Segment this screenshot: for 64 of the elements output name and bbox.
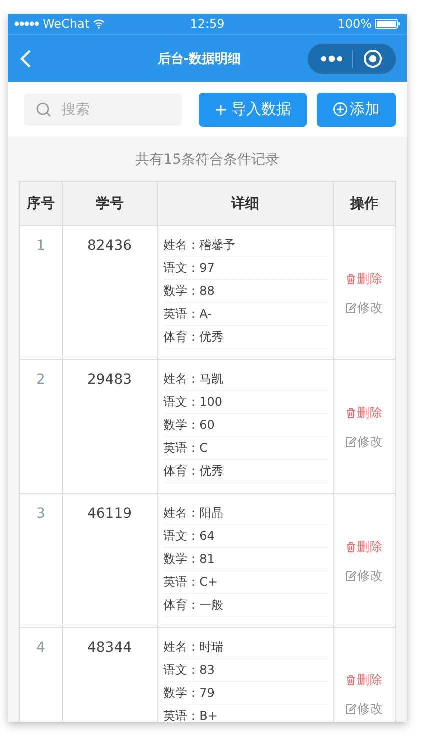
detail-line: 姓名：稽馨予 [164,234,328,257]
detail-line: 姓名：时瑞 [164,636,328,659]
edit-icon [346,704,357,715]
column-header: 学号 [62,182,158,225]
detail-line: 语文：100 [164,391,328,414]
battery-text: 100% [338,17,372,31]
edit-link[interactable]: 修改 [346,300,384,316]
add-circle-icon [333,102,348,117]
detail-line: 体育：优秀 [164,326,328,349]
detail-line: 姓名：阳晶 [164,502,328,525]
delete-link[interactable]: 删除 [346,538,384,556]
row-number: 2 [36,372,46,388]
import-button[interactable]: 导入数据 [199,92,307,126]
trash-icon [346,675,356,686]
column-header: 详细 [158,182,334,225]
detail-line: 数学：81 [164,548,328,571]
column-header: 操作 [334,182,396,225]
detail-line: 数学：88 [164,280,328,303]
trash-icon [346,542,356,552]
delete-link[interactable]: 删除 [346,404,384,422]
detail-line: 语文：83 [164,659,328,682]
signal-icon [14,21,40,27]
edit-icon [346,570,357,582]
detail-line: 体育：一般 [164,594,328,617]
search-icon [36,102,52,118]
detail-line: 英语：C+ [164,571,328,594]
plus-icon [214,104,226,116]
trash-icon [346,274,356,284]
edit-icon [346,302,357,314]
delete-link[interactable]: 删除 [346,270,384,288]
carrier-text: WeChat [43,17,90,31]
detail-line: 英语：A- [164,303,328,326]
search-field[interactable]: 搜索 [24,94,182,126]
student-id: 48344 [87,640,132,656]
edit-link[interactable]: 修改 [346,568,384,584]
detail-line: 体育：优秀 [164,460,328,483]
column-header: 序号 [20,182,63,225]
record-count-text: 共有15条符合条件记录 [134,151,280,170]
more-icon[interactable] [320,54,343,62]
detail-line: 数学：60 [164,414,328,437]
back-icon[interactable] [20,48,32,68]
detail-line: 语文：64 [164,525,328,548]
wifi-icon [92,19,105,29]
student-id: 82436 [87,238,132,254]
detail-line: 语文：97 [164,257,328,280]
row-number: 4 [36,640,46,656]
page-title: 后台-数据明细 [156,50,242,68]
search-input[interactable]: 搜索 [60,100,164,118]
edit-icon [346,436,357,448]
detail-line: 数学：79 [164,682,328,705]
clock-text: 12:59 [190,17,225,31]
row-number: 3 [36,506,46,522]
row-number: 1 [36,238,46,254]
delete-link[interactable]: 删除 [346,672,384,689]
student-id: 29483 [87,372,132,388]
detail-line: 姓名：马凯 [164,368,328,391]
student-id: 46119 [87,506,132,522]
add-button[interactable]: 添加 [317,92,396,126]
edit-link[interactable]: 修改 [346,701,384,718]
battery-icon [375,19,401,29]
detail-line: 英语：B+ [164,705,328,722]
detail-line: 英语：C [164,437,328,460]
trash-icon [346,408,356,418]
edit-link[interactable]: 修改 [346,434,384,450]
